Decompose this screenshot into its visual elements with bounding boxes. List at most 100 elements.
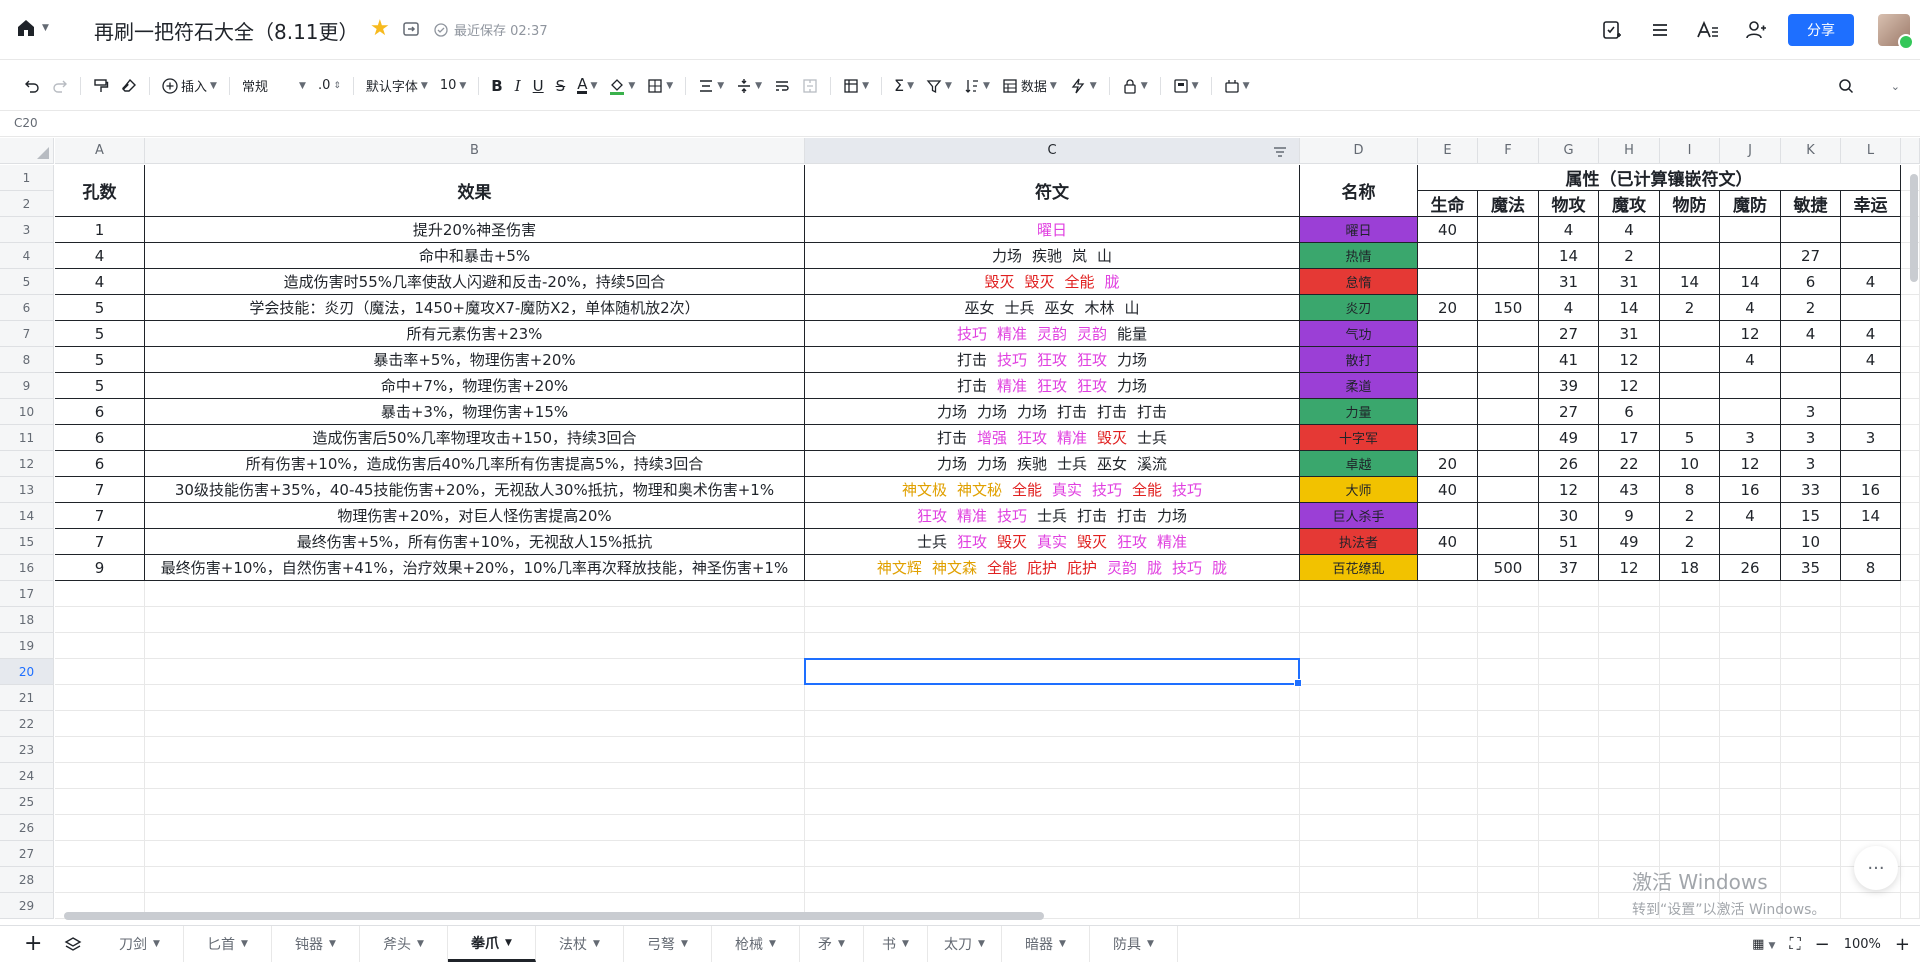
cell-stat[interactable]: 14 <box>1720 269 1781 295</box>
sheet-tab[interactable]: 斧头 ▼ <box>360 926 448 962</box>
empty-cell[interactable] <box>1539 789 1599 815</box>
cell-stat[interactable]: 10 <box>1660 451 1720 477</box>
row-header-28[interactable]: 28 <box>0 867 54 893</box>
cell-stat[interactable] <box>1720 373 1781 399</box>
empty-cell[interactable] <box>1901 841 1920 867</box>
sheet-tab[interactable]: 太刀 ▼ <box>928 926 1002 962</box>
empty-cell[interactable] <box>1418 841 1478 867</box>
cell-stat[interactable] <box>1478 217 1539 243</box>
empty-cell[interactable] <box>1720 607 1781 633</box>
search-button[interactable] <box>1832 71 1860 101</box>
empty-cell[interactable] <box>1781 841 1841 867</box>
chevron-down-icon[interactable]: ▼ <box>902 939 909 949</box>
cell-stat[interactable] <box>1720 243 1781 269</box>
empty-cell[interactable] <box>1478 711 1539 737</box>
menu-icon[interactable] <box>1636 0 1684 60</box>
italic-button[interactable]: I <box>509 71 527 101</box>
cell-effect[interactable]: 暴击率+5%，物理伤害+20% <box>145 347 805 373</box>
cell-holes[interactable]: 5 <box>55 295 145 321</box>
cell-runes[interactable]: 毁灭 毁灭 全能胧 <box>805 269 1300 295</box>
header-name[interactable]: 名称 <box>1300 165 1418 217</box>
empty-cell[interactable] <box>1720 841 1781 867</box>
cell-stat[interactable]: 10 <box>1781 529 1841 555</box>
row-header-2[interactable]: 2 <box>0 191 54 217</box>
empty-cell[interactable] <box>1599 841 1660 867</box>
cell-stat[interactable]: 18 <box>1660 555 1720 581</box>
empty-cell[interactable] <box>1841 633 1901 659</box>
cell-stat[interactable]: 22 <box>1599 451 1660 477</box>
cell-effect[interactable]: 命中和暴击+5% <box>145 243 805 269</box>
empty-cell[interactable] <box>1478 815 1539 841</box>
cell-stat[interactable]: 6 <box>1781 269 1841 295</box>
empty-cell[interactable] <box>55 789 145 815</box>
cell-stat[interactable]: 16 <box>1841 477 1901 503</box>
empty-cell[interactable] <box>1660 685 1720 711</box>
empty-cell[interactable] <box>145 867 805 893</box>
protect-button[interactable]: ▼ <box>1116 71 1154 101</box>
add-sheet-button[interactable]: + <box>24 933 42 955</box>
empty-cell[interactable] <box>805 633 1300 659</box>
cell-stat[interactable] <box>1660 399 1720 425</box>
empty-cell[interactable] <box>1539 867 1599 893</box>
cell-holes[interactable]: 9 <box>55 555 145 581</box>
row-header-11[interactable]: 11 <box>0 425 54 451</box>
empty-cell[interactable] <box>805 789 1300 815</box>
data-menu[interactable]: 数据 ▼ <box>996 71 1063 101</box>
empty-cell[interactable] <box>1841 685 1901 711</box>
empty-cell[interactable] <box>1539 607 1599 633</box>
chevron-down-icon[interactable]: ▼ <box>769 939 776 949</box>
cell-stat[interactable] <box>1720 529 1781 555</box>
empty-cell[interactable] <box>1720 815 1781 841</box>
cell-stat[interactable]: 150 <box>1478 295 1539 321</box>
empty-cell[interactable] <box>1781 633 1841 659</box>
cell-stat[interactable]: 12 <box>1720 451 1781 477</box>
cell-stat[interactable] <box>1841 399 1901 425</box>
empty-cell[interactable] <box>145 815 805 841</box>
empty-cell[interactable] <box>55 763 145 789</box>
cell-stat[interactable] <box>1418 399 1478 425</box>
empty-cell[interactable] <box>1539 685 1599 711</box>
cell-stat[interactable]: 49 <box>1539 425 1599 451</box>
column-header-I[interactable]: I <box>1660 138 1720 164</box>
cell-effect[interactable]: 所有元素伤害+23% <box>145 321 805 347</box>
cell-stat[interactable]: 9 <box>1599 503 1660 529</box>
empty-cell[interactable] <box>1539 841 1599 867</box>
empty-cell[interactable] <box>55 711 145 737</box>
cell-stat[interactable] <box>1660 243 1720 269</box>
sheet-tab[interactable]: 匕首 ▼ <box>184 926 272 962</box>
empty-cell[interactable] <box>55 607 145 633</box>
empty-cell[interactable] <box>1841 789 1901 815</box>
cell-effect[interactable]: 最终伤害+5%，所有伤害+10%，无视敌人15%抵抗 <box>145 529 805 555</box>
cell-name[interactable]: 散打 <box>1300 347 1418 373</box>
empty-cell[interactable] <box>55 867 145 893</box>
empty-cell[interactable] <box>1901 607 1920 633</box>
cell-stat[interactable] <box>1841 243 1901 269</box>
cell-holes[interactable]: 4 <box>55 269 145 295</box>
cell-runes[interactable]: 打击 技巧 狂攻 狂攻 力场 <box>805 347 1300 373</box>
header-attr-3[interactable]: 物攻 <box>1539 191 1599 217</box>
empty-cell[interactable] <box>805 763 1300 789</box>
empty-cell[interactable] <box>1901 893 1920 919</box>
empty-cell[interactable] <box>1901 815 1920 841</box>
empty-cell[interactable] <box>1901 555 1920 581</box>
cell-stat[interactable] <box>1418 347 1478 373</box>
automation-button[interactable]: ▼ <box>1063 71 1103 101</box>
cell-stat[interactable]: 6 <box>1599 399 1660 425</box>
cell-holes[interactable]: 6 <box>55 451 145 477</box>
cell-stat[interactable]: 31 <box>1599 321 1660 347</box>
cell-stat[interactable] <box>1478 451 1539 477</box>
cell-name[interactable]: 力量 <box>1300 399 1418 425</box>
cell-stat[interactable]: 51 <box>1539 529 1599 555</box>
cell-name[interactable]: 巨人杀手 <box>1300 503 1418 529</box>
cell-stat[interactable]: 4 <box>1720 347 1781 373</box>
empty-cell[interactable] <box>1300 815 1418 841</box>
empty-cell[interactable] <box>1300 789 1418 815</box>
empty-cell[interactable] <box>1599 737 1660 763</box>
cell-stat[interactable] <box>1781 347 1841 373</box>
row-header-18[interactable]: 18 <box>0 607 54 633</box>
cell-effect[interactable]: 学会技能：炎刃（魔法，1450+魔攻X7-魔防X2，单体随机放2次） <box>145 295 805 321</box>
empty-cell[interactable] <box>1901 685 1920 711</box>
empty-cell[interactable] <box>1901 763 1920 789</box>
cell-stat[interactable]: 15 <box>1781 503 1841 529</box>
cell-runes[interactable]: 巫女 士兵 巫女 木林山 <box>805 295 1300 321</box>
